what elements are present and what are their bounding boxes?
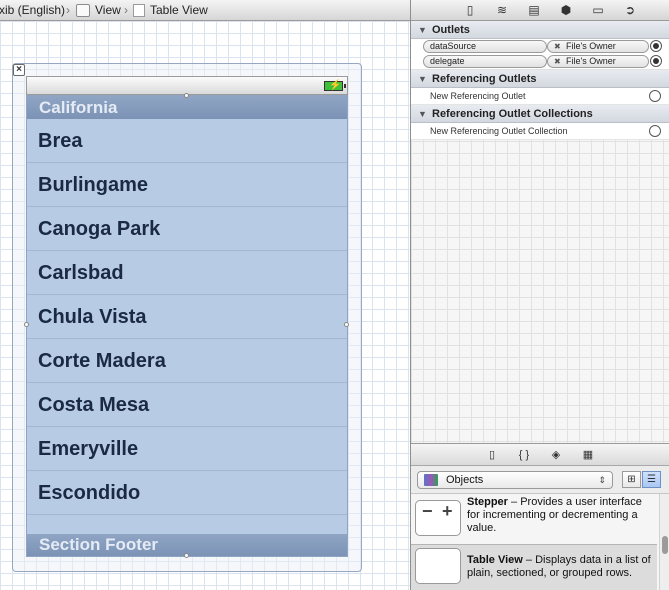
item-title: Stepper (467, 496, 508, 508)
section-header: California (27, 96, 347, 119)
breadcrumb-view[interactable]: View (76, 3, 121, 17)
utilities-pane: ▯ ≋ ▤ ⬢ ▭ ➲ ▼ Outlets dataSource ✖ File'… (411, 0, 669, 590)
file-templates-icon[interactable]: ▯ (484, 448, 500, 462)
outlets-header[interactable]: ▼ Outlets (411, 21, 669, 39)
remove-connection-icon[interactable]: ✖ (554, 56, 561, 67)
connection-dot-icon[interactable] (650, 55, 662, 67)
outlet-destination[interactable]: ✖ File's Owner (547, 40, 649, 53)
section-title: Outlets (432, 24, 470, 36)
table-row[interactable]: Carlsbad (27, 251, 347, 295)
disclosure-triangle-icon[interactable]: ▼ (418, 70, 427, 88)
list-item-text: Stepper – Provides a user interface for … (467, 496, 653, 535)
grid-view-icon[interactable]: ⊞ (622, 471, 641, 488)
table-view-icon (133, 3, 145, 17)
file-icon[interactable]: ▯ (461, 3, 479, 17)
row-label: New Referencing Outlet Collection (430, 126, 568, 136)
library-tabs: ▯ { } ◈ ▦ (411, 444, 669, 466)
library-book-icon (424, 474, 438, 486)
breadcrumb-xib[interactable]: xib (English) (0, 3, 65, 17)
table-row[interactable]: Corte Madera (27, 339, 347, 383)
breadcrumb-label: Table View (150, 3, 208, 17)
table-row[interactable]: Brea (27, 119, 347, 163)
resize-handle-bottom[interactable] (184, 553, 189, 558)
stepper-icon: − + (415, 500, 461, 536)
outlet-destination[interactable]: ✖ File's Owner (547, 55, 649, 68)
inspector-toolbar: ▯ ≋ ▤ ⬢ ▭ ➲ (411, 0, 669, 21)
close-icon[interactable]: × (13, 64, 25, 76)
media-icon[interactable]: ▦ (580, 448, 596, 462)
objects-icon[interactable]: ◈ (548, 448, 564, 462)
section-title: Referencing Outlet Collections (432, 108, 593, 120)
row-label: New Referencing Outlet (430, 91, 526, 101)
list-item-table-view[interactable]: Table View – Displays data in a list of … (411, 544, 657, 590)
object-library-list[interactable]: − + Stepper – Provides a user interface … (411, 494, 669, 590)
battery-icon: ⚡ (324, 80, 346, 91)
library-filter-bar: Objects ⇕ ⊞ ☰ (411, 466, 669, 494)
outlet-row: dataSource ✖ File's Owner (411, 39, 669, 54)
referencing-collections-header[interactable]: ▼ Referencing Outlet Collections (411, 105, 669, 123)
connection-dot-icon[interactable] (649, 90, 661, 102)
code-snippets-icon[interactable]: { } (516, 448, 532, 462)
outlet-name: delegate (423, 55, 547, 68)
jump-bar: xib (English) › View › Table View (0, 0, 410, 21)
list-view-icon[interactable]: ☰ (642, 471, 661, 488)
breadcrumb-separator: › (66, 3, 70, 17)
select-value: Objects (446, 474, 484, 486)
library-category-select[interactable]: Objects ⇕ (417, 471, 613, 489)
connection-dot-icon[interactable] (649, 125, 661, 137)
new-referencing-outlet-row: New Referencing Outlet (411, 88, 669, 105)
table-row[interactable]: Canoga Park (27, 207, 347, 251)
resize-handle-right[interactable] (344, 322, 349, 327)
destination-label: File's Owner (566, 56, 616, 66)
table-view[interactable]: California Brea Burlingame Canoga Park C… (26, 95, 348, 557)
table-row[interactable]: Chula Vista (27, 295, 347, 339)
connections-icon[interactable]: ➲ (621, 3, 639, 17)
disclosure-triangle-icon[interactable]: ▼ (418, 21, 427, 39)
outlet-name: dataSource (423, 40, 547, 53)
outlet-label: dataSource (430, 41, 477, 51)
library-scrollbar[interactable] (659, 494, 669, 590)
item-title: Table View (467, 554, 523, 566)
quick-help-icon[interactable]: ≋ (493, 3, 511, 17)
breadcrumb-label: xib (English) (0, 3, 66, 17)
table-row[interactable]: Costa Mesa (27, 383, 347, 427)
disclosure-triangle-icon[interactable]: ▼ (418, 105, 427, 123)
outlet-label: delegate (430, 56, 465, 66)
resize-handle-top[interactable] (184, 93, 189, 98)
list-item-text: Table View – Displays data in a list of … (467, 554, 653, 580)
view-icon (76, 3, 90, 17)
breadcrumb-separator: › (124, 3, 128, 17)
breadcrumb-table-view[interactable]: Table View (133, 3, 208, 17)
remove-connection-icon[interactable]: ✖ (554, 41, 561, 52)
list-item-stepper[interactable]: − + Stepper – Provides a user interface … (411, 494, 657, 542)
size-icon[interactable]: ▭ (589, 3, 607, 17)
table-row[interactable]: Escondido (27, 471, 347, 515)
table-view-thumbnail-icon (415, 548, 461, 584)
identity-icon[interactable]: ▤ (525, 3, 543, 17)
chevron-updown-icon: ⇕ (598, 475, 606, 485)
outlet-row: delegate ✖ File's Owner (411, 54, 669, 69)
table-row[interactable]: Emeryville (27, 427, 347, 471)
destination-label: File's Owner (566, 41, 616, 51)
referencing-outlets-header[interactable]: ▼ Referencing Outlets (411, 70, 669, 88)
attributes-icon[interactable]: ⬢ (557, 3, 575, 17)
scrollbar-thumb[interactable] (662, 536, 668, 554)
resize-handle-left[interactable] (24, 322, 29, 327)
new-referencing-collection-row: New Referencing Outlet Collection (411, 123, 669, 140)
section-title: Referencing Outlets (432, 73, 537, 85)
connections-inspector: ▼ Outlets dataSource ✖ File's Owner dele… (411, 21, 669, 443)
connection-dot-icon[interactable] (650, 40, 662, 52)
table-row[interactable]: Burlingame (27, 163, 347, 207)
breadcrumb-label: View (95, 3, 121, 17)
